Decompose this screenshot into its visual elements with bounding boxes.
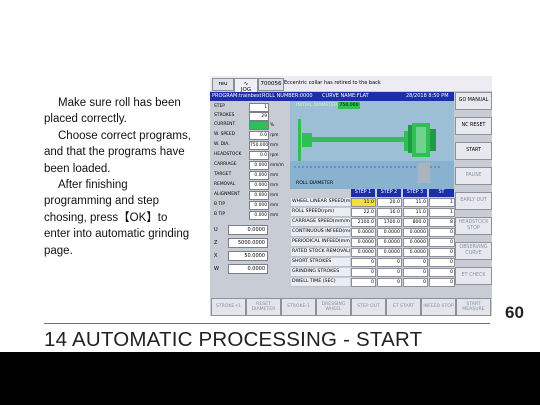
grid-row: SHORT STROKES 0 0 0 0 [291,258,455,267]
axis-row: W 0.0000 [214,264,287,274]
mode-indicator: reu [212,78,234,91]
slide-title: 14 AUTOMATIC PROCESSING - START [44,328,423,351]
bottom-band [0,352,540,405]
roll-diameter-label: ROLL DIAMETER [296,181,334,186]
et-check-button[interactable]: ET CHECK [455,267,492,285]
grid-row: DWELL TIME (SEC) 0 0 0 0 [291,278,455,287]
dressing-wheel-button[interactable]: DRESSING WHEEL [316,298,351,316]
reset-diameter-button[interactable]: RESET DIAMETER [246,298,281,316]
instructions: Make sure roll has been placed correctly… [44,95,194,259]
initial-diameter-value: 750.000 [338,102,360,109]
grid-column-header: STEP 2 [377,189,401,197]
et-start-button[interactable]: ET START [386,298,421,316]
early-out-button[interactable]: EARLY OUT [455,192,492,210]
grid-row: CONTINUOUS INFEED(mm) 0.0000 0.0000 0.0000 0 [291,228,455,237]
go-manual-button[interactable]: GO MANUAL [455,92,492,110]
axis-row: X 50.0000 [214,251,287,261]
observing-curve-button[interactable]: OBSERVING CURVE [455,242,492,260]
start-button[interactable]: START [455,142,492,160]
grid-row: PERIODICAL INFEED(mm) 0.0000 0.0000 0.0000 0 [291,238,455,247]
grinder-diagram [290,119,454,189]
title-divider [44,323,490,324]
axis-row: Z 5000.0000 [214,238,287,248]
nc-reset-button[interactable]: NC RESET [455,117,492,135]
step-out-button[interactable]: STEP OUT [351,298,386,316]
instruction-2: Choose correct programs, and that the pr… [44,129,191,175]
program-name: PROGRAM:trainbest [212,93,262,99]
step-grid: STEP 1 STEP 2 STEP 3 ST WHEEL LINEAR SPE… [291,189,455,289]
grid-column-header: STEP 1 [351,189,375,197]
program-bar: PROGRAM:trainbest ROLL NUMBER:0000 CURVE… [210,92,454,101]
curve-name: CURVE NAME:FLAT [322,93,369,99]
alarm-code: 700056 [258,78,284,91]
hmi-screen: reu ∿ JOG 700056 Eccentric collar has re… [210,76,492,316]
right-softkeys: GO MANUAL NC RESET START PAUSE EARLY OUT… [455,92,492,292]
initial-diameter-label: INITIAL DIAMETER [296,103,338,108]
grid-column-header: ST [429,189,454,197]
hmi-header: reu ∿ JOG 700056 Eccentric collar has re… [210,76,492,102]
stroke-minus-button[interactable]: STROKE-1 [281,298,316,316]
grid-row: RATED STOCK REMOVAL(mm)0.00000.00000.000… [291,248,455,257]
bottom-softkeys: STROKE+1 RESET DIAMETER STROKE-1 DRESSIN… [210,296,492,316]
instruction-1: Make sure roll has been placed correctly… [44,97,181,126]
param-panel: STEP 1 STROKES 29 CURRENT% W. SPEED 0.0 rpm … [210,101,290,291]
instruction-3: After finishing programming and step cho… [44,179,190,257]
grid-row: WHEEL LINEAR SPEED(m/s) 11.0 20.0 11.0 1 [291,198,455,207]
grid-column-header: STEP 3 [403,189,427,197]
axis-row: U 0.0000 [214,225,287,235]
roll-number: ROLL NUMBER:0000 [262,93,313,99]
grinder-visualization: INITIAL DIAMETER 750.000 ROLL DIAMETER [290,101,454,189]
stroke-plus-button[interactable]: STROKE+1 [211,298,246,316]
pause-button[interactable]: PAUSE [455,167,492,185]
infeed-stop-button[interactable]: INFEED STOP [421,298,456,316]
headstock-stop-button[interactable]: HEADSTOCK STOP [455,217,492,235]
start-measure-button[interactable]: START MEASURE [456,298,491,316]
page-number: 60 [505,303,524,322]
grid-row: GRINDING STROKES 0 0 0 0 [291,268,455,277]
alarm-message: Eccentric collar has retired to the back [284,80,381,86]
grid-row: CARRIAGE SPEED(mm/m) 2100.0 1700.0 800.0 8 [291,218,455,227]
date-time: 28/2018 8:50 PM [406,93,449,99]
grid-row: ROLL SPEED(rpm) 22.0 16.0 11.0 1 [291,208,455,217]
